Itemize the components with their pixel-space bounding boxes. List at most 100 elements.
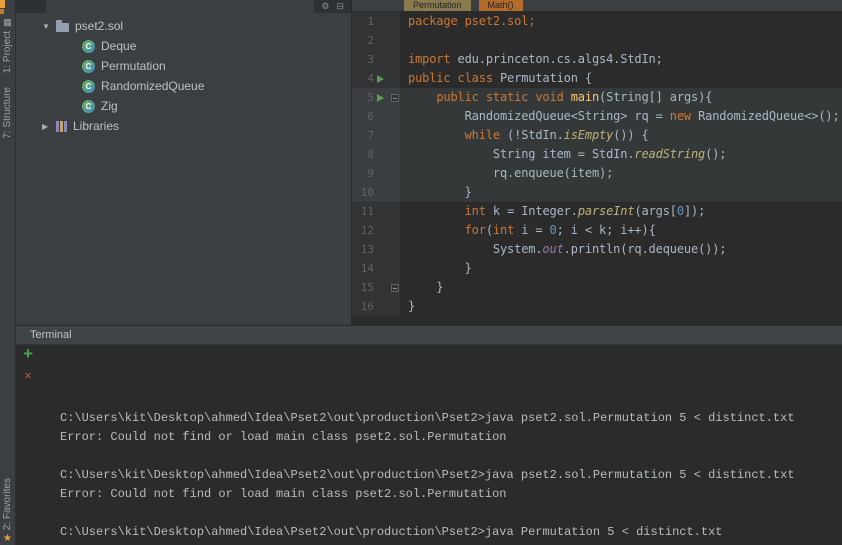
toolwindow-button-structure[interactable]: 7: Structure: [2, 87, 13, 139]
class-icon: C: [82, 39, 95, 53]
ide-window: ▦ 1: Project 7: Structure 2: Favorites ★…: [0, 0, 842, 545]
fold-marker-icon[interactable]: [391, 283, 399, 292]
line-number[interactable]: 6: [352, 107, 374, 126]
code-text: import edu.princeton.cs.algs4.StdIn;: [408, 52, 663, 66]
tree-item-permutation[interactable]: C Permutation: [16, 56, 351, 76]
editor-gutter[interactable]: 15: [352, 278, 400, 297]
editor-gutter[interactable]: 13: [352, 240, 400, 259]
settings-icon[interactable]: ⚙: [321, 0, 329, 13]
toolwindow-label-structure: 7: Structure: [2, 87, 13, 139]
editor-gutter[interactable]: 10: [352, 183, 400, 202]
code-line[interactable]: 11 int k = Integer.parseInt(args[0]);: [352, 202, 842, 221]
line-number[interactable]: 10: [352, 183, 374, 202]
code-text: for(int i = 0; i < k; i++){: [464, 223, 656, 237]
code-line[interactable]: 3 import edu.princeton.cs.algs4.StdIn;: [352, 50, 842, 69]
expand-arrow-icon[interactable]: ▼: [42, 22, 56, 31]
code-line[interactable]: 15 }: [352, 278, 842, 297]
editor-gutter[interactable]: 12: [352, 221, 400, 240]
tree-item-pset2-sol[interactable]: ▼ pset2.sol: [16, 16, 351, 36]
code-line[interactable]: 16}: [352, 297, 842, 316]
tree-item-libraries[interactable]: ▶ Libraries: [16, 116, 351, 136]
code-line[interactable]: 12 for(int i = 0; i < k; i++){: [352, 221, 842, 240]
code-line[interactable]: 1 package pset2.sol;: [352, 12, 842, 31]
line-number[interactable]: 3: [352, 50, 374, 69]
code-line[interactable]: 6 RandomizedQueue<String> rq = new Rando…: [352, 107, 842, 126]
editor-gutter[interactable]: 16: [352, 297, 400, 316]
accent-mark2-icon: [0, 9, 4, 14]
add-session-icon[interactable]: +: [23, 347, 33, 364]
run-arrow-icon[interactable]: [377, 93, 384, 102]
code-line[interactable]: 8 String item = StdIn.readString();: [352, 145, 842, 164]
code-text: }: [408, 261, 472, 275]
editor-gutter[interactable]: 3: [352, 50, 400, 69]
run-arrow-icon[interactable]: [377, 74, 384, 83]
tree-item-randomizedqueue[interactable]: C RandomizedQueue: [16, 76, 351, 96]
code-text: public static void main(String[] args){: [436, 90, 713, 104]
code-area[interactable]: 1 package pset2.sol; 2 3 import edu.princeto…: [352, 11, 842, 325]
gutter-marks: [374, 283, 400, 292]
toolwindow-bar-left: ▦ 1: Project 7: Structure 2: Favorites ★: [0, 0, 16, 545]
fold-marker-icon[interactable]: [391, 93, 399, 102]
line-number[interactable]: 7: [352, 126, 374, 145]
line-number[interactable]: 8: [352, 145, 374, 164]
main-column: ⚙ ⊟ ▼ pset2.sol C Deque C Permutation C Randomi…: [16, 0, 842, 545]
terminal-header[interactable]: Terminal: [16, 325, 842, 345]
project-header-block: [16, 0, 46, 13]
terminal-title: Terminal: [30, 329, 72, 341]
code-line[interactable]: 10 }: [352, 183, 842, 202]
project-toolbar: ⚙ ⊟: [16, 0, 351, 13]
line-number[interactable]: 16: [352, 297, 374, 316]
line-number[interactable]: 5: [352, 88, 374, 107]
terminal-line: Error: Could not find or load main class…: [60, 430, 507, 444]
editor-gutter[interactable]: 9: [352, 164, 400, 183]
toolwindow-buttons-bottom: 2: Favorites ★: [2, 478, 13, 544]
line-number[interactable]: 13: [352, 240, 374, 259]
line-number[interactable]: 2: [352, 31, 374, 50]
gutter-marks: [374, 93, 400, 102]
terminal-output: C:\Users\kit\Desktop\ahmed\Idea\Pset2\ou…: [60, 409, 842, 545]
star-icon: ★: [3, 533, 12, 544]
editor-gutter[interactable]: 5: [352, 88, 400, 107]
code-line[interactable]: 4 public class Permutation {: [352, 69, 842, 88]
editor-gutter[interactable]: 7: [352, 126, 400, 145]
editor-gutter[interactable]: 6: [352, 107, 400, 126]
code-text: int k = Integer.parseInt(args[0]);: [464, 204, 706, 218]
line-number[interactable]: 14: [352, 259, 374, 278]
class-icon: C: [82, 79, 95, 93]
code-line[interactable]: 7 while (!StdIn.isEmpty()) {: [352, 126, 842, 145]
code-line[interactable]: 2: [352, 31, 842, 50]
collapsed-arrow-icon[interactable]: ▶: [42, 122, 56, 131]
tree-item-deque[interactable]: C Deque: [16, 36, 351, 56]
code-line[interactable]: 5 public static void main(String[] args)…: [352, 88, 842, 107]
line-number[interactable]: 11: [352, 202, 374, 221]
line-number[interactable]: 15: [352, 278, 374, 297]
terminal-panel[interactable]: + ✕ C:\Users\kit\Desktop\ahmed\Idea\Pset…: [16, 345, 842, 545]
editor-gutter[interactable]: 2: [352, 31, 400, 50]
editor-gutter[interactable]: 1: [352, 12, 400, 31]
close-session-icon[interactable]: ✕: [24, 370, 31, 382]
toolwindow-buttons-top: ▦ 1: Project 7: Structure: [2, 18, 13, 139]
code-line[interactable]: 9 rq.enqueue(item);: [352, 164, 842, 183]
code-text: System.out.println(rq.dequeue());: [408, 242, 727, 256]
collapse-all-icon[interactable]: ⊟: [336, 0, 344, 13]
editor-gutter[interactable]: 4: [352, 69, 400, 88]
code-line[interactable]: 14 }: [352, 259, 842, 278]
editor-gutter[interactable]: 14: [352, 259, 400, 278]
tree-item-label: Zig: [101, 99, 118, 113]
terminal-line: C:\Users\kit\Desktop\ahmed\Idea\Pset2\ou…: [60, 525, 723, 539]
line-number[interactable]: 9: [352, 164, 374, 183]
tree-item-zig[interactable]: C Zig: [16, 96, 351, 116]
line-number[interactable]: 12: [352, 221, 374, 240]
code-line[interactable]: 13 System.out.println(rq.dequeue());: [352, 240, 842, 259]
project-panel: ⚙ ⊟ ▼ pset2.sol C Deque C Permutation C Randomi…: [16, 0, 352, 325]
line-number[interactable]: 1: [352, 12, 374, 31]
editor-tab-math[interactable]: Math(): [478, 0, 523, 11]
toolwindow-button-project[interactable]: ▦ 1: Project: [2, 18, 13, 74]
editor-gutter[interactable]: 8: [352, 145, 400, 164]
editor-tab-permutation[interactable]: Permutation: [404, 0, 471, 11]
editor-gutter[interactable]: 11: [352, 202, 400, 221]
editor-panel: Permutation Math() 1 package pset2.sol; 2 3…: [352, 0, 842, 325]
line-number[interactable]: 4: [352, 69, 374, 88]
toolwindow-button-favorites[interactable]: 2: Favorites ★: [2, 478, 13, 544]
